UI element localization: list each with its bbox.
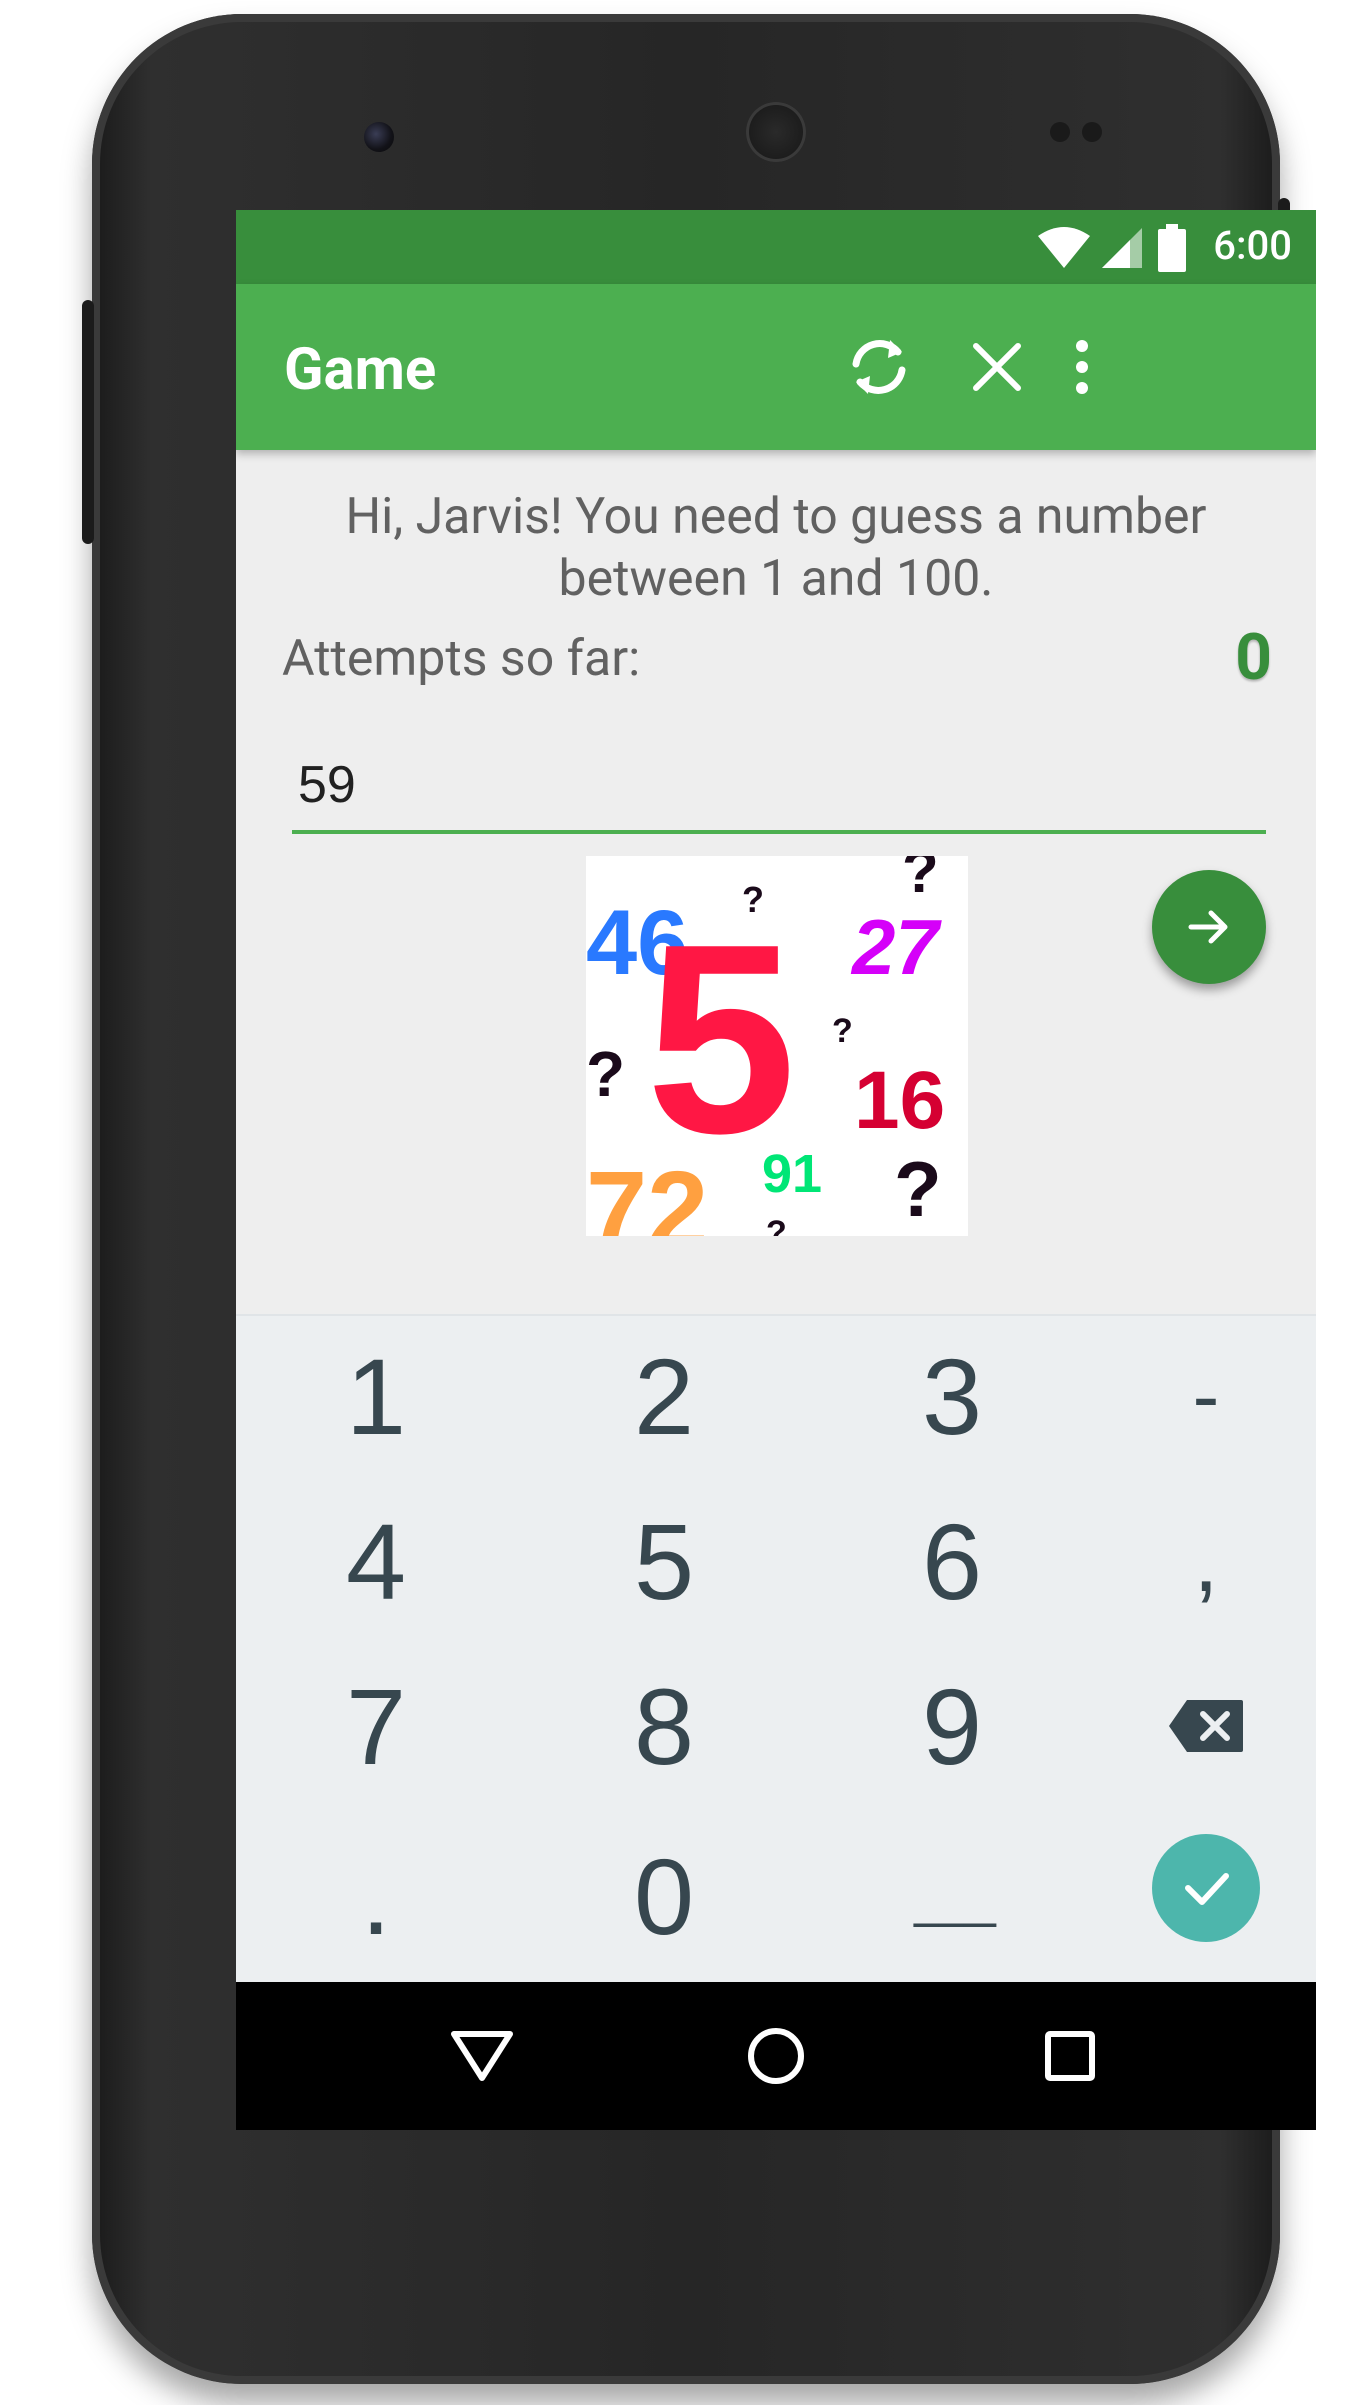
numbers-illustration: 46 27 5 16 72 91 ? ? ? ? ? ?	[586, 856, 945, 1236]
navigation-bar	[236, 1982, 1316, 2130]
arrow-forward-icon	[1188, 910, 1228, 944]
key-minus[interactable]: -	[1096, 1316, 1316, 1476]
volume-button	[82, 300, 94, 544]
status-bar: 6:00	[236, 210, 1316, 284]
question-mark: ?	[894, 1145, 942, 1233]
numeric-keypad: 1 2 3 - 4 5 6 , 7 8 9 . 0 ___	[236, 1314, 1316, 1984]
key-1[interactable]: 1	[266, 1316, 486, 1476]
greeting-text: Hi, Jarvis! You need to guess a number b…	[345, 488, 1207, 608]
cell-signal-icon	[1102, 228, 1142, 268]
screen: 6:00 Game Hi, Jarvis! You need to guess	[236, 210, 1316, 2130]
done-button[interactable]	[1152, 1834, 1260, 1942]
space-underscore: ___	[914, 1864, 995, 1928]
guess-input[interactable]	[292, 740, 1266, 834]
key-5[interactable]: 5	[554, 1481, 774, 1641]
check-icon	[1185, 1873, 1229, 1905]
numbers-image: 46 27 5 16 72 91 ? ? ? ? ? ?	[586, 856, 968, 1236]
number-16: 16	[854, 1055, 945, 1146]
home-icon	[748, 2028, 804, 2084]
question-mark: ?	[742, 879, 764, 920]
earpiece-speaker	[746, 102, 806, 162]
app-bar: Game	[236, 284, 1316, 450]
question-mark: ?	[766, 1214, 787, 1236]
backspace-icon	[1169, 1700, 1243, 1752]
wifi-icon	[1038, 227, 1090, 268]
attempts-count: 0	[1235, 620, 1272, 695]
key-period[interactable]: .	[266, 1816, 486, 1976]
more-vert-icon[interactable]	[1052, 324, 1112, 410]
key-backspace[interactable]	[1096, 1646, 1316, 1806]
key-3[interactable]: 3	[842, 1316, 1062, 1476]
question-mark: ?	[902, 856, 939, 905]
recents-icon	[1045, 2031, 1095, 2081]
status-time: 6:00	[1213, 222, 1292, 269]
back-button[interactable]	[446, 2020, 518, 2092]
refresh-icon[interactable]	[836, 324, 922, 410]
light-sensor	[1082, 122, 1102, 142]
recents-button[interactable]	[1034, 2020, 1106, 2092]
number-91: 91	[762, 1144, 822, 1204]
phone-frame: 6:00 Game Hi, Jarvis! You need to guess	[82, 14, 1316, 2384]
key-9[interactable]: 9	[842, 1646, 1062, 1806]
battery-icon	[1158, 224, 1186, 272]
number-72: 72	[586, 1149, 708, 1236]
proximity-sensor	[1050, 122, 1070, 142]
number-27: 27	[850, 903, 942, 991]
game-content: Hi, Jarvis! You need to guess a number b…	[236, 450, 1316, 1236]
submit-guess-button[interactable]	[1152, 870, 1266, 984]
question-mark: ?	[832, 1012, 853, 1050]
key-7[interactable]: 7	[266, 1646, 486, 1806]
key-0[interactable]: 0	[554, 1816, 774, 1976]
front-camera	[364, 122, 394, 152]
key-2[interactable]: 2	[554, 1316, 774, 1476]
attempts-label: Attempts so far:	[282, 630, 641, 688]
close-icon[interactable]	[954, 324, 1040, 410]
key-6[interactable]: 6	[842, 1481, 1062, 1641]
key-8[interactable]: 8	[554, 1646, 774, 1806]
key-space[interactable]: ___	[842, 1816, 1062, 1976]
home-button[interactable]	[740, 2020, 812, 2092]
page-title: Game	[284, 336, 437, 404]
question-mark: ?	[586, 1038, 625, 1110]
back-icon	[451, 2031, 513, 2081]
key-4[interactable]: 4	[266, 1481, 486, 1641]
key-comma[interactable]: ,	[1096, 1481, 1316, 1641]
